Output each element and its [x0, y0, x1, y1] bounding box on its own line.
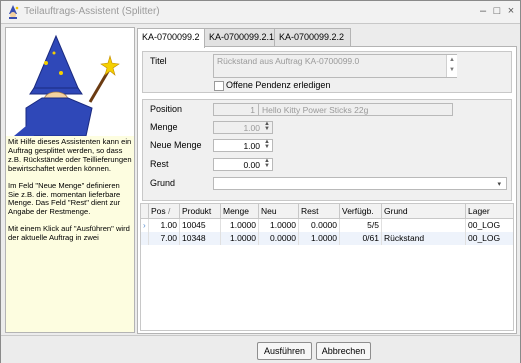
cell-menge: 1.0000: [221, 232, 259, 245]
titel-field[interactable]: Rückstand aus Auftrag KA-0700099.0: [213, 54, 457, 78]
column-header-produkt[interactable]: Produkt: [180, 204, 221, 218]
wizard-panel: Mit Hilfe dieses Assistenten kann ein Au…: [5, 27, 135, 333]
wizard-app-icon: [9, 5, 19, 19]
titel-value: Rückstand aus Auftrag KA-0700099.0: [217, 56, 360, 66]
cell-neu: 0.0000: [259, 232, 299, 245]
rest-stepper-icon[interactable]: ▲ ▼: [263, 158, 271, 170]
cell-verfuegb: 5/5: [340, 219, 382, 232]
wizard-illustration: [6, 28, 134, 136]
abbrechen-button[interactable]: Abbrechen: [316, 342, 371, 360]
titel-label: Titel: [150, 56, 167, 66]
offene-pendenz-label: Offene Pendenz erledigen: [226, 80, 331, 90]
minimize-icon[interactable]: –: [476, 4, 490, 18]
cell-produkt: 10348: [180, 232, 221, 245]
cell-menge: 1.0000: [221, 219, 259, 232]
titel-scrollbar[interactable]: ▲ ▼: [446, 55, 457, 77]
chevron-down-icon: ▾: [497, 181, 501, 188]
grund-dropdown[interactable]: ▾: [213, 177, 507, 190]
help-paragraph-2: Im Feld "Neue Menge" definieren Sie z.B.…: [8, 180, 121, 217]
cell-produkt: 10045: [180, 219, 221, 232]
column-header-neu[interactable]: Neu: [259, 204, 299, 218]
splitter-window: Teilauftrags-Assistent (Splitter) – □ × …: [0, 0, 521, 363]
cell-grund: [382, 219, 466, 232]
position-label: Position: [150, 104, 183, 114]
rest-label: Rest: [150, 159, 169, 169]
sort-icon: /: [168, 206, 171, 216]
help-paragraph-1: Mit Hilfe dieses Assistenten kann ein Au…: [8, 137, 132, 173]
row-indicator-header: [141, 204, 149, 218]
positions-grid: Pos / Produkt Menge Neu Rest Verfügb. Gr…: [140, 203, 514, 331]
column-header-pos[interactable]: Pos /: [149, 204, 180, 218]
cell-neu: 1.0000: [259, 219, 299, 232]
position-section: Position 1 Hello Kitty Power Sticks 22g …: [142, 99, 512, 201]
grund-label: Grund: [150, 178, 176, 188]
table-row[interactable]: 7.00 10348 1.0000 0.0000 1.0000 0/61 Rüc…: [141, 232, 513, 245]
column-header-lager[interactable]: Lager: [466, 204, 513, 218]
cell-verfuegb: 0/61: [340, 232, 382, 245]
cell-lager: 00_LOG: [468, 233, 501, 243]
title-bar: Teilauftrags-Assistent (Splitter) – □ ×: [1, 1, 520, 24]
menge-stepper-icon: ▲ ▼: [264, 121, 270, 132]
rest-value: 0.00: [243, 160, 260, 170]
neue-menge-stepper-icon[interactable]: ▲ ▼: [263, 139, 271, 151]
ausfuehren-button[interactable]: Ausführen: [257, 342, 312, 360]
cell-lager: 00_LOG: [468, 220, 501, 230]
neue-menge-value: 1.00: [243, 141, 260, 151]
cell-rest: 0.0000: [299, 219, 340, 232]
tab-content: Titel Rückstand aus Auftrag KA-0700099.0…: [137, 46, 517, 334]
title-section: Titel Rückstand aus Auftrag KA-0700099.0…: [142, 51, 512, 93]
cell-grund: Rückstand: [382, 232, 466, 245]
window-title: Teilauftrags-Assistent (Splitter): [24, 6, 160, 17]
cell-rest: 1.0000: [299, 232, 340, 245]
grid-header: Pos / Produkt Menge Neu Rest Verfügb. Gr…: [141, 204, 513, 219]
column-header-pos-label: Pos: [151, 206, 166, 216]
position-text: Hello Kitty Power Sticks 22g: [262, 105, 369, 115]
current-row-icon: ›: [141, 219, 149, 232]
row-indicator: [141, 232, 149, 245]
offene-pendenz-checkbox[interactable]: [214, 81, 224, 91]
close-icon[interactable]: ×: [504, 4, 518, 18]
menge-value: 1.00: [243, 123, 260, 133]
tab-ka-0700099-2-2[interactable]: KA-0700099.2.2: [274, 28, 351, 46]
footer-bar: Ausführen Abbrechen: [1, 335, 520, 363]
neue-menge-label: Neue Menge: [150, 140, 202, 150]
column-header-grund[interactable]: Grund: [382, 204, 466, 218]
tab-ka-0700099-2-1[interactable]: KA-0700099.2.1: [204, 28, 281, 46]
position-number: 1: [250, 105, 255, 115]
tab-ka-0700099-2[interactable]: KA-0700099.2: [137, 28, 205, 48]
column-header-menge[interactable]: Menge: [221, 204, 259, 218]
maximize-icon[interactable]: □: [490, 4, 504, 18]
help-paragraph-3: Mit einem Klick auf "Ausführen" wird der…: [8, 224, 130, 243]
help-text: Mit Hilfe dieses Assistenten kann ein Au…: [6, 136, 134, 332]
cell-pos: 1.00: [149, 219, 180, 232]
cell-pos: 7.00: [149, 232, 180, 245]
menge-label: Menge: [150, 122, 178, 132]
column-header-rest[interactable]: Rest: [299, 204, 340, 218]
column-header-verfuegb[interactable]: Verfügb.: [340, 204, 382, 218]
table-row[interactable]: › 1.00 10045 1.0000 1.0000 0.0000 5/5 00…: [141, 219, 513, 232]
position-text-field: Hello Kitty Power Sticks 22g: [258, 103, 453, 116]
position-number-field: 1: [213, 103, 259, 116]
